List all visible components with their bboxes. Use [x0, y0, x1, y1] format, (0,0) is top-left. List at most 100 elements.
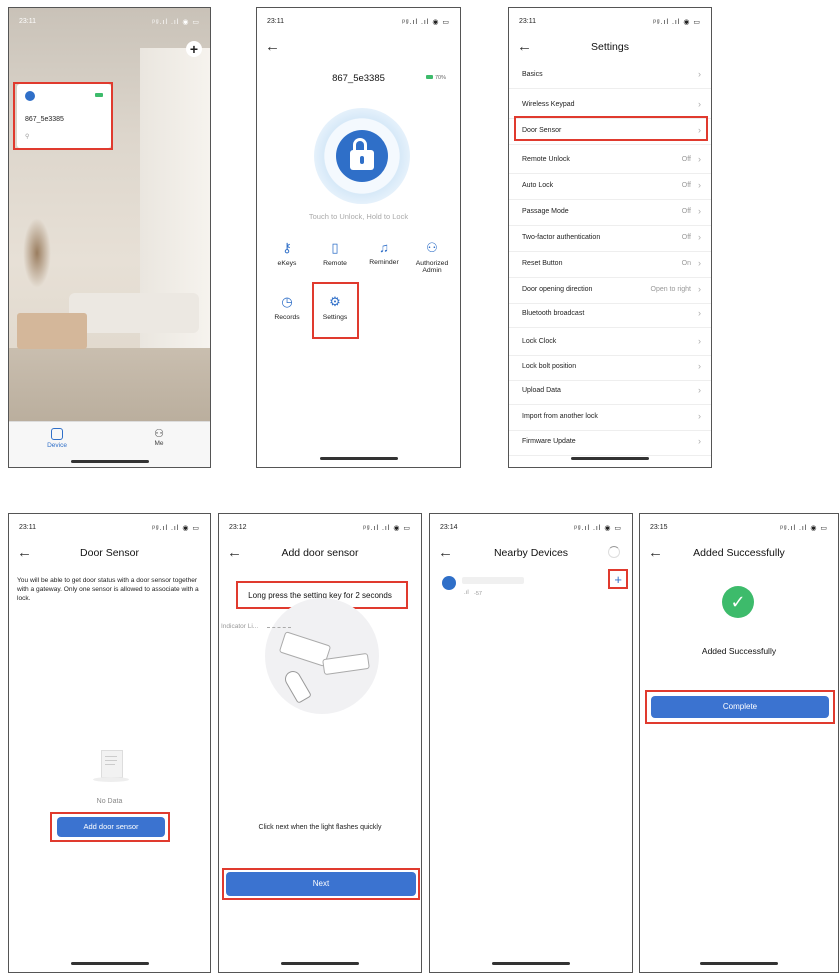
status-icons: ᵖᵍ.ıl .ıl ◉ ▭	[152, 525, 200, 532]
nav-bar: ← Add door sensor	[219, 542, 421, 566]
status-time: 23:11	[519, 18, 536, 25]
status-bar: 23:11 ᵖᵍ.ıl .ıl ◉ ▭	[9, 8, 210, 28]
chevron-right-icon: ›	[698, 336, 701, 346]
status-bar: 23:15 ᵖᵍ.ıl .ıl ◉ ▭	[640, 514, 838, 534]
battery-icon	[425, 75, 433, 79]
device-rssi: -57	[474, 591, 482, 597]
tab-device[interactable]: Device	[27, 428, 87, 449]
settings-row-lock-clock[interactable]: Lock Clock ›	[509, 329, 711, 356]
row-value: Off	[681, 234, 691, 241]
row-label: Lock bolt position	[522, 363, 577, 370]
row-label: Door opening direction	[522, 286, 593, 293]
row-value: Off	[681, 182, 691, 189]
chevron-right-icon: ›	[698, 206, 701, 216]
table-backdrop	[17, 313, 87, 349]
menu-remote[interactable]: ▯ Remote	[312, 240, 358, 267]
row-label: Reset Button	[522, 260, 563, 267]
tab-me[interactable]: ⚇ Me	[129, 428, 189, 447]
status-icons: ᵖᵍ.ıl .ıl ◉ ▭	[653, 19, 701, 26]
tab-device-label: Device	[47, 442, 67, 449]
home-indicator	[700, 962, 778, 965]
row-label: Remote Unlock	[522, 156, 570, 163]
row-label: Firmware Update	[522, 438, 576, 445]
chevron-right-icon: ›	[698, 258, 701, 268]
menu-ekeys[interactable]: ⚷ eKeys	[264, 240, 310, 267]
add-device-button[interactable]: +	[186, 41, 202, 57]
highlight-plus-button	[608, 569, 628, 589]
chevron-right-icon: ›	[698, 69, 701, 79]
page-title: Add door sensor	[281, 547, 359, 559]
finger-icon	[282, 668, 312, 704]
menu-reminder[interactable]: ♫ Reminder	[361, 240, 407, 266]
settings-row-passage-mode[interactable]: Passage Mode Off ›	[509, 199, 711, 226]
empty-document-icon	[93, 750, 129, 784]
row-label: Bluetooth broadcast	[522, 310, 585, 317]
indicator-leader-line	[267, 627, 291, 628]
status-time: 23:11	[19, 18, 36, 25]
menu-records[interactable]: ◷ Records	[264, 294, 310, 321]
settings-row-import[interactable]: Import from another lock ›	[509, 404, 711, 431]
highlight-door-sensor	[514, 116, 708, 141]
remote-icon: ▯	[331, 240, 339, 255]
settings-row-firmware-update[interactable]: Firmware Update ›	[509, 429, 711, 456]
settings-row-basics[interactable]: Basics ›	[509, 62, 711, 89]
sofa-backdrop	[69, 293, 199, 333]
settings-row-auto-lock[interactable]: Auto Lock Off ›	[509, 173, 711, 200]
settings-row-lock-bolt-position[interactable]: Lock bolt position ›	[509, 354, 711, 381]
status-icons: ᵖᵍ.ıl .ıl ◉ ▭	[402, 19, 450, 26]
menu-authorized-admin[interactable]: ⚇ Authorized Admin	[409, 240, 455, 274]
status-bar: 23:11 ᵖᵍ.ıl .ıl ◉ ▭	[509, 8, 711, 28]
status-bar: 23:11 ᵖᵍ.ıl .ıl ◉ ▭	[257, 8, 460, 28]
device-name-blurred	[462, 577, 524, 584]
settings-row-wireless-keypad[interactable]: Wireless Keypad ›	[509, 92, 711, 119]
highlight-add-button	[50, 812, 170, 842]
chevron-right-icon: ›	[698, 232, 701, 242]
nav-bar: ← Added Successfully	[640, 542, 838, 566]
menu-reminder-label: Reminder	[369, 259, 399, 266]
settings-row-two-factor[interactable]: Two-factor authentication Off ›	[509, 225, 711, 252]
floor-backdrop	[9, 348, 210, 428]
page-title: Settings	[591, 41, 629, 53]
status-time: 23:11	[267, 18, 284, 25]
back-arrow-icon[interactable]: ←	[265, 38, 280, 55]
nav-bar: ← Settings	[509, 36, 711, 60]
battery-indicator: 70%	[425, 75, 446, 81]
menu-records-label: Records	[274, 314, 300, 321]
success-message: Added Successfully	[701, 646, 777, 656]
settings-row-upload-data[interactable]: Upload Data ›	[509, 378, 711, 405]
settings-row-bluetooth-broadcast[interactable]: Bluetooth broadcast ›	[509, 301, 711, 328]
device-list-item[interactable]: .ıl -57 +	[430, 572, 632, 606]
menu-authorized-admin-label: Authorized Admin	[415, 260, 449, 274]
nearby-devices-screen: 23:14 ᵖᵍ.ıl .ıl ◉ ▭ ← Nearby Devices .ıl…	[429, 513, 633, 973]
chevron-right-icon: ›	[698, 361, 701, 371]
settings-row-door-opening-direction[interactable]: Door opening direction Open to right ›	[509, 277, 711, 304]
status-time: 23:11	[19, 524, 36, 531]
unlock-button[interactable]	[314, 108, 410, 204]
nav-bar: ← Nearby Devices	[430, 542, 632, 566]
door-sensor-screen: 23:11 ᵖᵍ.ıl .ıl ◉ ▭ ← Door Sensor You wi…	[8, 513, 211, 973]
home-indicator	[319, 457, 398, 460]
key-icon: ⚷	[282, 240, 292, 255]
chevron-right-icon: ›	[698, 385, 701, 395]
row-label: Import from another lock	[522, 413, 598, 420]
success-check-icon: ✓	[722, 586, 754, 618]
nav-bar: ←	[257, 36, 460, 60]
status-time: 23:15	[650, 524, 668, 531]
magnet-body	[322, 652, 370, 676]
admin-icon: ⚇	[426, 240, 438, 255]
chevron-right-icon: ›	[698, 99, 701, 109]
row-value: On	[681, 260, 691, 267]
added-successfully-screen: 23:15 ᵖᵍ.ıl .ıl ◉ ▭ ← Added Successfully…	[639, 513, 839, 973]
status-icons: ᵖᵍ.ıl .ıl ◉ ▭	[363, 525, 411, 532]
home-indicator	[70, 962, 149, 965]
tab-me-label: Me	[154, 440, 164, 447]
loading-spinner-icon	[608, 546, 620, 558]
battery-percent: 70%	[434, 75, 446, 81]
menu-ekeys-label: eKeys	[277, 260, 297, 267]
settings-row-remote-unlock[interactable]: Remote Unlock Off ›	[509, 147, 711, 174]
row-value: Open to right	[650, 286, 691, 293]
home-indicator	[281, 962, 359, 965]
highlight-lock-card	[13, 82, 113, 150]
settings-row-reset-button[interactable]: Reset Button On ›	[509, 251, 711, 278]
menu-remote-label: Remote	[323, 260, 347, 267]
